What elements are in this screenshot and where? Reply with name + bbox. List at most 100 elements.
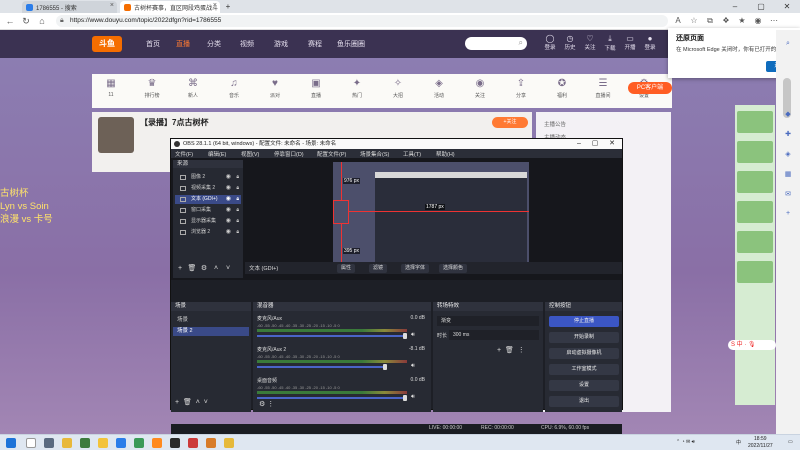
search-icon[interactable]: ⌕ [519, 38, 523, 48]
header-account[interactable]: ● 登录 [640, 34, 660, 51]
office-icon[interactable]: ▦ [783, 170, 793, 180]
properties-button[interactable]: 属性 [337, 264, 356, 273]
site-search-input[interactable]: ⌕ [465, 37, 527, 50]
remove-scene-icon[interactable]: 🗑︎ [183, 399, 192, 406]
move-up-icon[interactable]: ˄ [211, 264, 221, 273]
lock-icon[interactable]: 🔒︎ [236, 173, 239, 182]
mixer-settings-icon[interactable]: ⚙ ⋮ [259, 400, 274, 408]
start-icon[interactable] [6, 438, 16, 448]
visibility-icon[interactable]: ◉ [226, 195, 231, 204]
preview-canvas[interactable]: 976 px 1787 px 395 px [333, 162, 529, 274]
transition-menu-icon[interactable]: ⋮ [518, 347, 525, 354]
obs-maximize-button[interactable]: ▢ [587, 139, 603, 149]
favorites-list-icon[interactable]: ★ [736, 15, 748, 27]
site-logo[interactable]: 斗鱼 [92, 36, 122, 52]
close-icon[interactable]: × [213, 2, 217, 9]
folder-icon[interactable] [98, 438, 108, 448]
tag-item[interactable]: ▦ 11 [96, 78, 126, 98]
tag-item[interactable]: ☰ 直播间 [588, 78, 618, 99]
tab-douyu[interactable]: 古树杯赛事，直区网段鸡蛋战斗 × [120, 1, 220, 13]
start-recording-button[interactable]: 开始录制 [549, 332, 619, 343]
extensions-icon[interactable]: ❖ [720, 15, 732, 27]
tag-item[interactable]: ♫ 音乐 [219, 78, 249, 99]
tab-search[interactable]: 1786555 - 搜索 × [22, 1, 117, 13]
volume-slider[interactable] [257, 335, 407, 337]
follow-button[interactable]: +关注 [492, 117, 528, 128]
source-item[interactable]: 显示器采集 ◉ 🔒︎ [175, 217, 241, 226]
add-icon[interactable]: + [783, 210, 793, 220]
home-icon[interactable]: ⌂ [36, 15, 48, 27]
obs-menu-item[interactable]: 帮助(H) [436, 150, 455, 158]
games-icon[interactable]: ◈ [783, 150, 793, 160]
header-history[interactable]: ◷ 历史 [560, 34, 580, 51]
app-icon[interactable] [206, 438, 216, 448]
nav-video[interactable]: 视频 [240, 39, 254, 49]
url-input[interactable]: 🔒︎ https://www.douyu.com/topic/2022dfgn?… [56, 15, 668, 27]
app-icon[interactable] [224, 438, 234, 448]
nav-category[interactable]: 分类 [207, 39, 221, 49]
obs-menu-item[interactable]: 场景集合(S) [360, 150, 389, 158]
obs-app-icon[interactable] [170, 438, 180, 448]
obs-menu-item[interactable]: 停靠窗口(D) [274, 150, 304, 158]
back-icon[interactable]: ← [4, 15, 16, 27]
move-down-icon[interactable]: ˅ [223, 264, 233, 273]
selected-source-box[interactable] [333, 200, 349, 224]
select-font-button[interactable]: 选择字体 [401, 264, 430, 273]
maximize-button[interactable]: ▢ [748, 0, 774, 13]
search-icon[interactable] [26, 438, 36, 448]
volume-knob[interactable] [403, 333, 407, 339]
scene-down-icon[interactable]: ˅ [204, 399, 208, 406]
visibility-icon[interactable]: ◉ [226, 173, 231, 182]
speaker-icon[interactable]: 🔊︎ [411, 363, 415, 370]
speaker-icon[interactable]: 🔊︎ [411, 332, 415, 339]
tag-item[interactable]: ▣ 直播 [301, 78, 331, 99]
obs-menu-item[interactable]: 视图(V) [241, 150, 259, 158]
minimize-button[interactable]: – [722, 0, 748, 13]
select-color-button[interactable]: 选择颜色 [439, 264, 468, 273]
task-view-icon[interactable] [44, 438, 54, 448]
nav-fun[interactable]: 鱼乐圈圈 [337, 39, 365, 49]
lock-icon[interactable]: 🔒︎ [236, 195, 239, 204]
remove-transition-icon[interactable]: 🗑︎ [505, 347, 514, 354]
obs-close-button[interactable]: ✕ [604, 139, 620, 149]
streamer-avatar[interactable] [98, 117, 134, 153]
notification-icon[interactable]: ▭ [788, 439, 793, 445]
obs-menu-item[interactable]: 配置文件(P) [317, 150, 346, 158]
start-virtual-camera-button[interactable]: 启动虚拟摄像机 [549, 348, 619, 359]
tag-item[interactable]: ♥ 派对 [260, 78, 290, 99]
header-login[interactable]: ◯ 登录 [540, 34, 560, 51]
lock-icon[interactable]: 🔒︎ [236, 228, 239, 237]
douyu-app-icon[interactable] [152, 438, 162, 448]
close-icon[interactable]: × [110, 2, 114, 9]
header-stream[interactable]: ▭ 开播 [620, 34, 640, 51]
source-item[interactable]: 视频采集 2 ◉ 🔒︎ [175, 184, 241, 193]
tools-icon[interactable]: ✚ [783, 130, 793, 140]
nav-home[interactable]: 首页 [146, 39, 160, 49]
lock-icon[interactable]: 🔒︎ [236, 217, 239, 226]
ad-item[interactable] [737, 111, 773, 133]
edge-icon[interactable] [116, 438, 126, 448]
lock-icon[interactable]: 🔒︎ [236, 184, 239, 193]
studio-mode-button[interactable]: 工作室模式 [549, 364, 619, 375]
duration-input[interactable]: 300 ms [449, 330, 539, 340]
filters-button[interactable]: 滤镜 [369, 264, 388, 273]
obs-minimize-button[interactable]: – [571, 139, 587, 149]
volume-knob[interactable] [383, 364, 387, 370]
app-icon[interactable] [134, 438, 144, 448]
transition-select[interactable]: 渐变 [437, 316, 539, 326]
header-follow[interactable]: ♡ 关注 [580, 34, 600, 51]
source-item[interactable]: 窗口采集 ◉ 🔒︎ [175, 206, 241, 215]
volume-slider[interactable] [257, 366, 385, 368]
tag-item[interactable]: ♛ 排行榜 [137, 78, 167, 99]
nav-schedule[interactable]: 赛程 [308, 39, 322, 49]
search-icon[interactable]: ⌕ [783, 40, 793, 50]
menu-icon[interactable]: ⋯ [768, 15, 780, 27]
settings-button[interactable]: 设置 [549, 380, 619, 391]
refresh-icon[interactable]: ↻ [20, 15, 32, 27]
source-item[interactable]: 浏览器 2 ◉ 🔒︎ [175, 228, 241, 237]
obs-menu-item[interactable]: 工具(T) [403, 150, 421, 158]
tag-item[interactable]: ◈ 活动 [424, 78, 454, 99]
obs-menu-item[interactable]: 编辑(E) [208, 150, 226, 158]
scene-item[interactable]: 场景 [173, 316, 249, 325]
scene-up-icon[interactable]: ˄ [196, 399, 200, 406]
